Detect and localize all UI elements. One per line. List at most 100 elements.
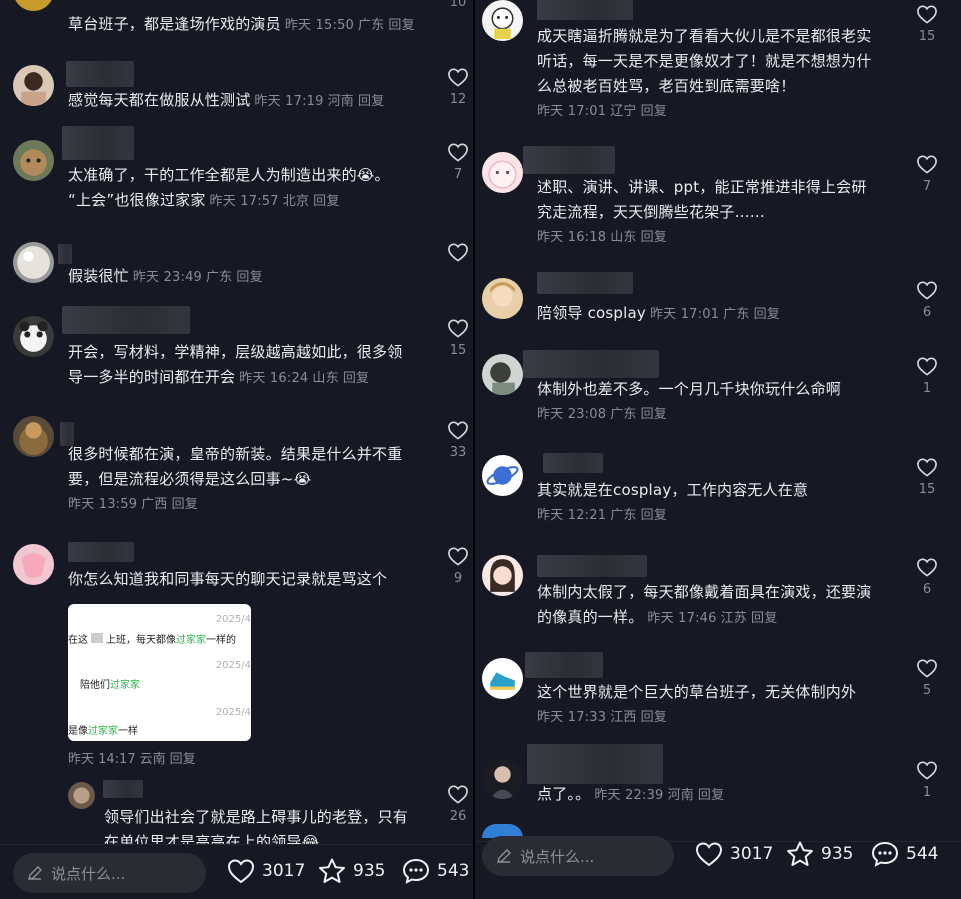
- favorite-total[interactable]: 935: [785, 840, 853, 868]
- comment-panel-left: 草台班子，都是逢场作戏的演员 昨天 15:50 广东 回复 10 感觉每天都在做服从性…: [0, 0, 473, 899]
- reply-button[interactable]: 回复: [641, 508, 667, 523]
- username[interactable]: [523, 350, 659, 378]
- avatar[interactable]: [482, 152, 523, 193]
- like-button[interactable]: 9: [446, 546, 470, 588]
- avatar[interactable]: [13, 316, 54, 357]
- reply-button[interactable]: 回复: [313, 194, 339, 209]
- reply-button[interactable]: 回复: [641, 104, 667, 119]
- username[interactable]: [62, 306, 190, 334]
- like-button[interactable]: 7: [446, 142, 470, 184]
- comment-meta: 昨天 17:01 辽宁 回复: [537, 104, 668, 119]
- heart-icon: [917, 761, 937, 780]
- username[interactable]: [68, 542, 134, 562]
- favorite-total[interactable]: 935: [317, 857, 385, 885]
- avatar[interactable]: [13, 416, 54, 457]
- comment-input[interactable]: 说点什么...: [482, 836, 674, 876]
- comment-total[interactable]: 544: [870, 840, 938, 868]
- bottom-bar: 说点什么... 3017 935 543: [0, 844, 473, 899]
- username[interactable]: [66, 61, 134, 87]
- reply-button[interactable]: 回复: [698, 788, 724, 803]
- avatar[interactable]: [68, 782, 95, 809]
- comment-total[interactable]: 543: [401, 857, 469, 885]
- username[interactable]: [537, 555, 647, 577]
- comment-image[interactable]: 2025/4 在这 上班，每天都像过家家一样的 2025/4 陪他们过家家 202…: [68, 604, 251, 741]
- comment-input[interactable]: 说点什么...: [13, 853, 206, 893]
- comment: 草台班子，都是逢场作戏的演员 昨天 15:50 广东 回复 10: [0, 0, 473, 40]
- avatar[interactable]: [482, 555, 523, 596]
- avatar[interactable]: [482, 758, 523, 799]
- reply-button[interactable]: 回复: [358, 94, 384, 109]
- comment-icon: [402, 858, 430, 884]
- comment: 述职、演讲、讲课、ppt，能正常推进非得上会研 究走流程，天天倒腾些花架子…… 昨天…: [475, 140, 961, 255]
- like-button[interactable]: 15: [915, 457, 939, 499]
- like-button[interactable]: 1: [915, 356, 939, 398]
- comment-meta: 昨天 13:59 广西 回复: [68, 497, 199, 512]
- reply-button[interactable]: 回复: [641, 230, 667, 245]
- like-total[interactable]: 3017: [694, 840, 773, 868]
- avatar[interactable]: [482, 0, 523, 41]
- username[interactable]: [527, 744, 663, 784]
- comment-text: 感觉每天都在做服从性测试 昨天 17:19 河南 回复: [68, 88, 388, 114]
- reply-button[interactable]: 回复: [236, 270, 262, 285]
- username[interactable]: [537, 272, 633, 294]
- reply-button[interactable]: 回复: [170, 752, 196, 767]
- pencil-icon: [28, 866, 42, 880]
- avatar[interactable]: [13, 0, 54, 11]
- like-count: 5: [922, 683, 932, 698]
- like-button[interactable]: 6: [915, 557, 939, 599]
- avatar[interactable]: [482, 354, 523, 395]
- like-count: 7: [922, 179, 932, 194]
- like-button[interactable]: 5: [915, 658, 939, 700]
- like-button[interactable]: 6: [915, 280, 939, 322]
- avatar[interactable]: [482, 658, 523, 699]
- avatar[interactable]: [482, 455, 523, 496]
- reply-button[interactable]: 回复: [388, 18, 414, 33]
- comment-meta: 昨天 12:21 广东 回复: [537, 508, 668, 523]
- like-button[interactable]: 33: [446, 420, 470, 462]
- like-button[interactable]: 7: [915, 154, 939, 196]
- username[interactable]: [525, 652, 603, 678]
- username[interactable]: [523, 146, 615, 174]
- username[interactable]: [103, 780, 143, 798]
- comment-text: 这个世界就是个巨大的草台班子，无关体制内外 昨天 17:33 江西 回复: [537, 680, 856, 730]
- comment-text: 开会，写材料，学精神，层级越高越如此，很多领 导一多半的时间都在开会 昨天 16:2…: [68, 343, 403, 386]
- like-button[interactable]: 12: [446, 67, 470, 109]
- image-date: 2025/4: [215, 707, 251, 718]
- comment: 其实就是在cosplay，工作内容无人在意 昨天 12:21 广东 回复 15: [475, 445, 961, 530]
- like-button[interactable]: 15: [915, 4, 939, 46]
- avatar[interactable]: [13, 65, 54, 106]
- username[interactable]: [537, 0, 633, 20]
- comment-meta: 昨天 15:50 广东 回复: [284, 18, 415, 33]
- username[interactable]: [62, 126, 134, 160]
- reply-button[interactable]: 回复: [751, 611, 777, 626]
- like-button[interactable]: 15: [446, 318, 470, 360]
- like-count: 15: [449, 343, 467, 358]
- reply-button[interactable]: 回复: [641, 710, 667, 725]
- image-line: 陪他们过家家: [80, 680, 140, 691]
- reply-button[interactable]: 回复: [641, 407, 667, 422]
- comment-panel-right: 成天瞎逼折腾就是为了看看大伙儿是不是都很老实 听话，每一天是不是更像奴才了！就是不…: [475, 0, 961, 899]
- like-button[interactable]: 1: [915, 760, 939, 802]
- username[interactable]: [543, 453, 603, 473]
- comment-text: 草台班子，都是逢场作戏的演员 昨天 15:50 广东 回复: [68, 12, 419, 38]
- like-button[interactable]: 10: [446, 0, 470, 12]
- heart-icon: [448, 319, 468, 338]
- reply-button[interactable]: 回复: [343, 371, 369, 386]
- avatar[interactable]: [13, 242, 54, 283]
- comment-meta: 昨天 17:33 江西 回复: [537, 710, 668, 725]
- avatar[interactable]: [13, 140, 54, 181]
- avatar[interactable]: [13, 544, 54, 585]
- avatar[interactable]: [482, 278, 523, 319]
- like-total-count: 3017: [730, 844, 774, 864]
- username[interactable]: [58, 244, 72, 264]
- heart-icon: [917, 5, 937, 24]
- comment: 开会，写材料，学精神，层级越高越如此，很多领 导一多半的时间都在开会 昨天 16:2…: [0, 300, 473, 395]
- heart-icon: [448, 243, 468, 262]
- reply-button[interactable]: 回复: [754, 307, 780, 322]
- like-button[interactable]: [446, 242, 470, 262]
- like-count: 15: [918, 29, 936, 44]
- like-total[interactable]: 3017: [226, 857, 305, 885]
- like-count: 1: [922, 381, 932, 396]
- reply-button[interactable]: 回复: [172, 497, 198, 512]
- like-button[interactable]: 26: [446, 784, 470, 826]
